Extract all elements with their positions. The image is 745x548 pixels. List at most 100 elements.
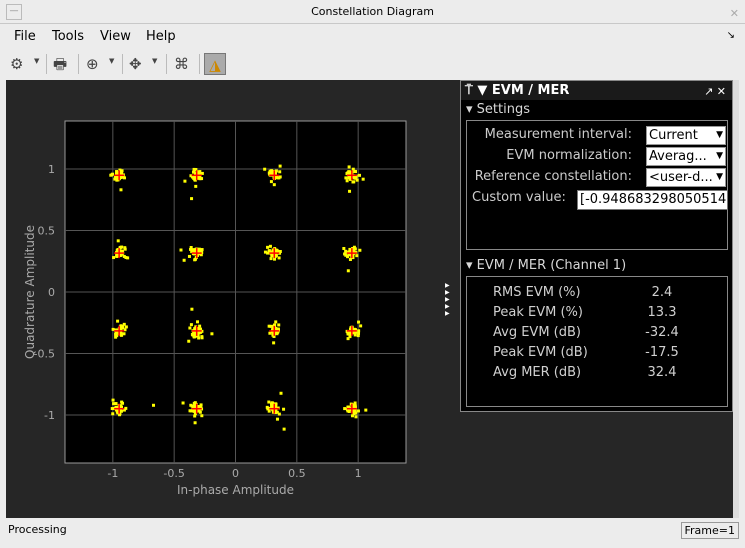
symbol-point	[343, 407, 347, 411]
zoom-in-icon[interactable]: ⊕	[86, 53, 99, 75]
symbol-point	[191, 333, 195, 337]
metric-row: RMS EVM (%) 2.4	[467, 283, 727, 303]
evm-normalization-select[interactable]: Averag... ▼	[646, 147, 726, 166]
metric-label: Peak EVM (dB)	[493, 345, 588, 360]
settings-box: Measurement interval: Current ▼ EVM norma…	[466, 120, 728, 250]
menu-help[interactable]: Help	[146, 29, 176, 44]
symbol-point	[265, 405, 269, 409]
collapse-icon[interactable]: ▼	[477, 83, 487, 98]
metric-label: RMS EVM (%)	[493, 285, 581, 300]
close-button[interactable]: ✕	[730, 2, 739, 26]
metric-row: Peak EVM (dB) -17.5	[467, 343, 727, 363]
fit-icon[interactable]: ✥	[129, 53, 142, 75]
gear-icon[interactable]: ⚙	[10, 53, 23, 75]
symbol-point	[272, 183, 276, 187]
settings-title: Settings	[476, 102, 530, 117]
results-title: EVM / MER (Channel 1)	[476, 258, 627, 273]
x-tick-label: -1	[107, 467, 118, 480]
scrollbar[interactable]	[733, 80, 739, 518]
reference-constellation-select[interactable]: <user-d... ▼	[646, 168, 726, 187]
symbol-point	[116, 239, 120, 243]
evm-normalization-value: Averag...	[649, 149, 707, 164]
dock-arrow-icon[interactable]: ↘	[727, 30, 735, 41]
pin-icon[interactable]: ⍑	[465, 83, 473, 98]
symbol-point	[279, 391, 283, 395]
symbol-point	[114, 402, 118, 406]
measurements-icon[interactable]: ◮	[204, 53, 226, 75]
symbol-point	[179, 248, 183, 252]
symbol-point	[357, 331, 361, 335]
y-tick-label: 0	[48, 286, 55, 299]
symbol-point	[111, 398, 115, 402]
symbol-point	[346, 337, 350, 341]
symbol-point	[356, 409, 360, 413]
symbol-point	[121, 401, 125, 405]
separator	[166, 54, 167, 74]
symbol-point	[200, 171, 204, 175]
measurement-interval-select[interactable]: Current ▼	[646, 126, 726, 145]
symbol-point	[200, 336, 204, 340]
symbol-point	[347, 409, 351, 413]
reference-constellation-value: <user-d...	[649, 170, 713, 185]
symbol-point	[346, 269, 350, 273]
symbol-point	[122, 332, 126, 336]
symbol-point	[268, 244, 272, 248]
symbol-point	[364, 408, 368, 412]
menu-bar: File Tools View Help ↘	[0, 26, 745, 48]
y-tick-label: -1	[44, 409, 55, 422]
fit-dropdown-icon[interactable]: ▼	[152, 57, 157, 65]
symbol-point	[190, 197, 194, 201]
symbol-point	[269, 257, 273, 261]
symbol-point	[278, 170, 282, 174]
symbol-point	[275, 417, 279, 421]
symbol-point	[355, 254, 359, 258]
symbol-point	[344, 176, 348, 180]
symbol-point	[354, 170, 358, 174]
y-axis-label: Quadrature Amplitude	[23, 225, 37, 359]
gear-dropdown-icon[interactable]: ▼	[34, 57, 39, 65]
settings-section-toggle[interactable]: ▾ Settings	[461, 100, 732, 120]
results-section-toggle[interactable]: ▾ EVM / MER (Channel 1)	[461, 256, 732, 276]
symbol-point	[152, 403, 156, 407]
symbol-point	[193, 421, 197, 425]
panel-collapse-handle[interactable]: ▶ ▶ ▶ ▶ ▶	[445, 282, 450, 317]
symbol-point	[274, 320, 278, 324]
results-box: RMS EVM (%) 2.4 Peak EVM (%) 13.3 Avg EVM …	[466, 276, 728, 407]
y-tick-label: 1	[48, 163, 55, 176]
symbol-point	[348, 189, 352, 193]
symbol-point	[190, 307, 194, 311]
minimize-button[interactable]: —	[6, 4, 22, 20]
symbol-point	[192, 401, 196, 405]
symbol-point	[269, 180, 273, 184]
separator	[78, 54, 79, 74]
y-tick-label: 0.5	[38, 224, 56, 237]
metric-label: Avg EVM (dB)	[493, 325, 581, 340]
metric-value: -32.4	[645, 325, 679, 340]
menu-tools[interactable]: Tools	[52, 29, 84, 44]
constellation-plot[interactable]: -1 -0.5 0 0.5 110.50-0.5-1In-phase Amplitude…	[6, 80, 446, 518]
custom-value-input[interactable]: [-0.948683298050514	[577, 190, 728, 210]
toolbar: ⚙ ▼ 🖶 ⊕ ▼ ✥ ▼ ⌘ ◮	[0, 50, 745, 78]
metric-value: 32.4	[647, 365, 677, 380]
undock-icon[interactable]: ↗	[704, 85, 713, 98]
menu-file[interactable]: File	[14, 29, 36, 44]
symbol-point	[358, 248, 362, 252]
symbol-point	[277, 176, 281, 180]
symbol-point	[192, 167, 196, 171]
symbol-point	[183, 179, 187, 183]
symbol-point	[277, 256, 281, 260]
print-icon[interactable]: 🖶	[53, 53, 67, 75]
symbol-point	[189, 323, 193, 327]
symbol-point	[192, 176, 196, 180]
zoom-dropdown-icon[interactable]: ▼	[109, 57, 114, 65]
symbol-point	[270, 403, 274, 407]
window-title: Constellation Diagram	[311, 5, 434, 18]
symbol-point	[119, 188, 123, 192]
constellation-icon[interactable]: ⌘	[174, 53, 189, 75]
x-tick-label: 0.5	[288, 467, 306, 480]
close-panel-icon[interactable]: ✕	[717, 85, 726, 98]
menu-view[interactable]: View	[100, 29, 131, 44]
title-bar: — Constellation Diagram ✕	[0, 0, 745, 24]
symbol-point	[263, 167, 267, 171]
measurement-interval-value: Current	[649, 128, 698, 143]
